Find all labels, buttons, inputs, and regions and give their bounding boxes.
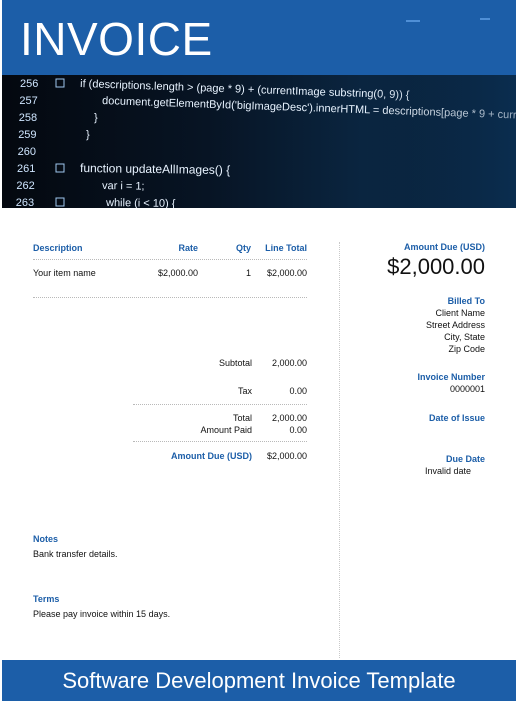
column-divider <box>339 242 340 658</box>
column-header-description: Description <box>33 243 83 253</box>
client-name: Client Name <box>435 308 485 318</box>
footer-title: Software Development Invoice Template <box>62 668 456 693</box>
billed-to-label: Billed To <box>447 296 485 306</box>
amount-paid-label: Amount Paid <box>200 425 252 435</box>
amount-due-label: Amount Due (USD) <box>171 451 252 461</box>
amount-due-value: $2,000.00 <box>266 451 307 461</box>
totals-divider <box>133 441 307 442</box>
subtotal-label: Subtotal <box>218 358 252 368</box>
sidebar-amount-due-label: Amount Due (USD) <box>404 242 485 252</box>
due-date-label: Due Date <box>445 454 485 464</box>
column-header-qty: Qty <box>235 243 251 253</box>
notes-text: Bank transfer details. <box>33 549 118 559</box>
tax-label: Tax <box>237 386 252 396</box>
header-bar: INVOICE <box>2 0 516 75</box>
code-banner-image: 256if (descriptions.length > (page * 9) … <box>2 75 516 208</box>
row-rate: $2,000.00 <box>157 268 198 278</box>
due-date-value: Invalid date <box>424 466 471 476</box>
table-row-divider <box>33 297 307 298</box>
header-accent-mark <box>480 18 490 20</box>
footer-bar: Software Development Invoice Template <box>2 660 516 701</box>
total-label: Total <box>232 413 252 423</box>
column-header-rate: Rate <box>178 243 198 253</box>
zip-code: Zip Code <box>448 344 485 354</box>
invoice-number: 0000001 <box>449 384 485 394</box>
notes-label: Notes <box>33 534 59 544</box>
row-line-total: $2,000.00 <box>266 268 307 278</box>
totals-divider <box>133 404 307 405</box>
header-accent-mark <box>406 20 420 22</box>
amount-paid-value: 0.00 <box>289 425 307 435</box>
invoice-title: INVOICE <box>20 13 213 65</box>
terms-text: Please pay invoice within 15 days. <box>33 609 171 619</box>
row-description: Your item name <box>33 268 96 278</box>
invoice-number-label: Invoice Number <box>417 372 485 382</box>
terms-label: Terms <box>33 594 60 604</box>
city-state: City, State <box>444 332 485 342</box>
street-address: Street Address <box>425 320 485 330</box>
sidebar-amount-due-value: $2,000.00 <box>387 254 485 279</box>
code-banner-svg: 256if (descriptions.length > (page * 9) … <box>2 75 516 208</box>
row-qty: 1 <box>245 268 251 278</box>
table-header-divider <box>33 259 307 260</box>
date-of-issue-label: Date of Issue <box>428 413 485 423</box>
column-header-line-total: Line Total <box>265 243 307 253</box>
tax-value: 0.00 <box>289 386 307 396</box>
total-value: 2,000.00 <box>271 413 307 423</box>
subtotal-value: 2,000.00 <box>271 358 307 368</box>
